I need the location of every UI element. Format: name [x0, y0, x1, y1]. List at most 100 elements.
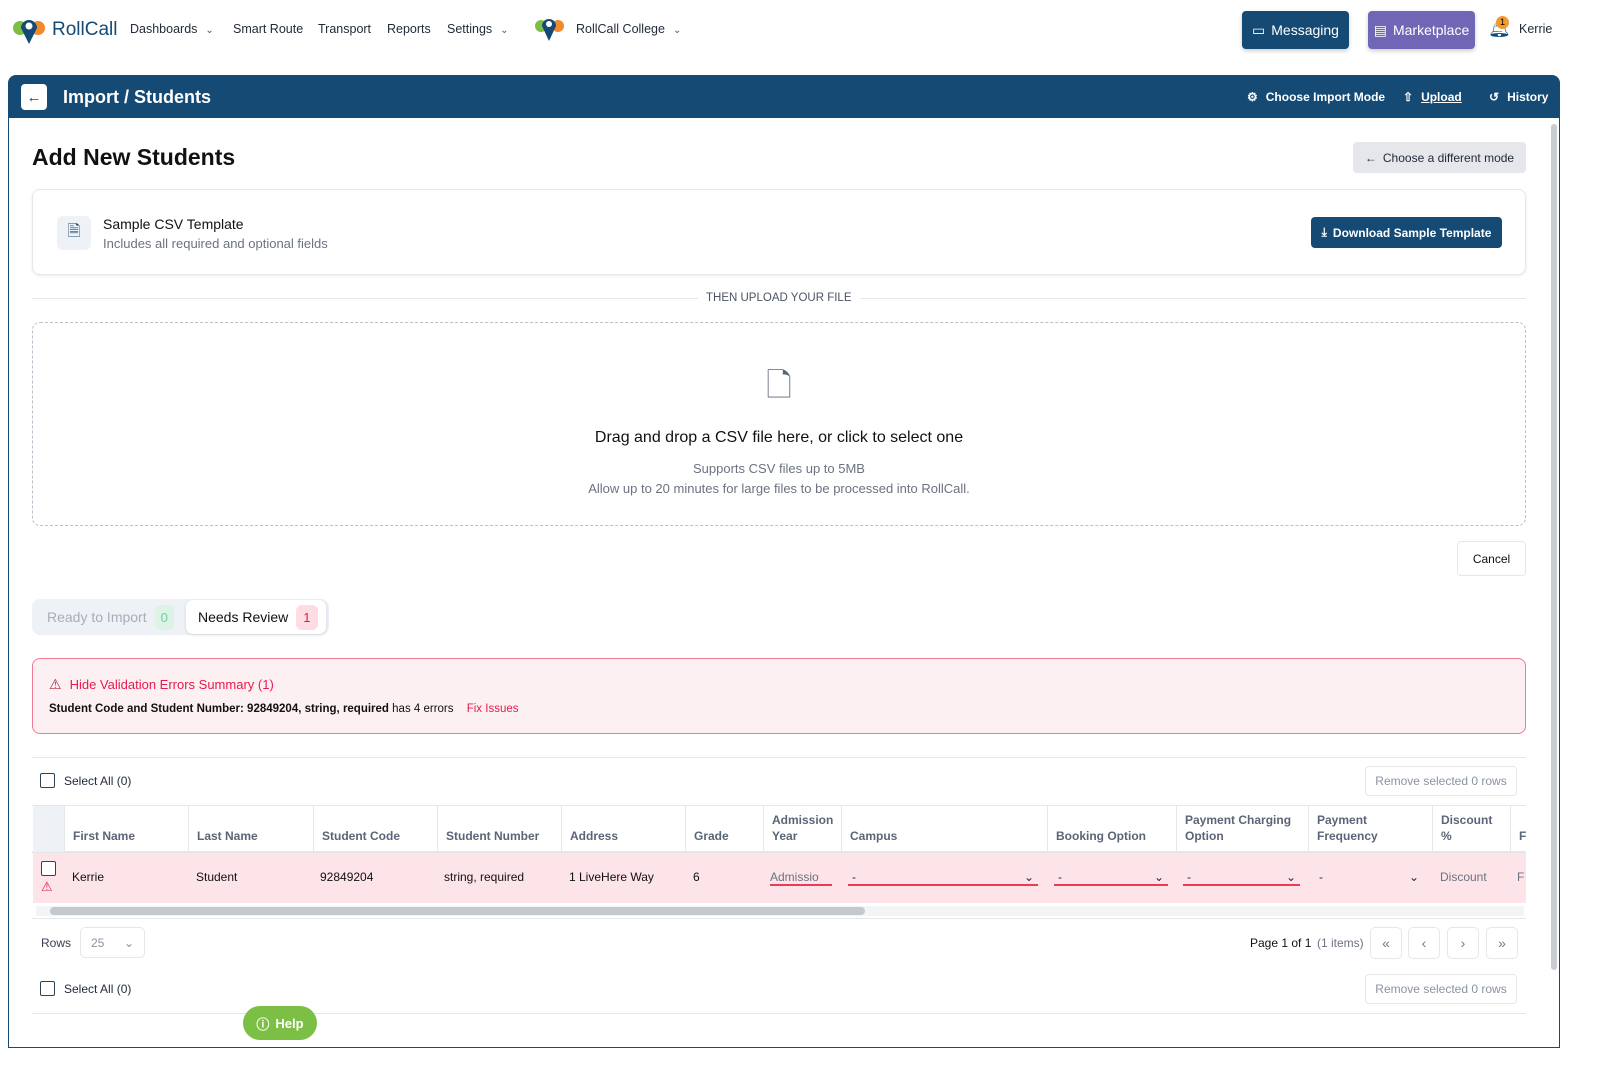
ready-count-badge: 0: [154, 604, 174, 630]
remove-selected-button-bottom[interactable]: Remove selected 0 rows: [1365, 974, 1517, 1004]
col-discount[interactable]: Discount %: [1432, 806, 1510, 852]
divider-label: THEN UPLOAD YOUR FILE: [698, 292, 860, 304]
remove-selected-button-top[interactable]: Remove selected 0 rows: [1365, 766, 1517, 796]
header-select-cell: [33, 806, 64, 852]
col-last-name[interactable]: Last Name: [188, 806, 313, 852]
nav-smart-route[interactable]: Smart Route: [233, 22, 303, 36]
warning-icon: ⚠: [49, 676, 62, 692]
horizontal-scrollbar-thumb[interactable]: [50, 907, 865, 915]
select-all-checkbox[interactable]: [40, 981, 55, 996]
file-dropzone[interactable]: 🗋︎ Drag and drop a CSV file here, or cli…: [32, 322, 1526, 526]
booking-option-select[interactable]: - ⌄: [1054, 870, 1168, 886]
brand-logo[interactable]: RollCall: [10, 14, 117, 46]
validation-errors-summary: ⚠ Hide Validation Errors Summary (1) Stud…: [32, 658, 1526, 734]
dropzone-size-hint: Supports CSV files up to 5MB: [693, 461, 865, 476]
rows-per-page-select[interactable]: 25 ⌄: [80, 927, 145, 958]
chevron-down-icon: ⌄: [1023, 870, 1034, 884]
chevron-down-icon: ⌄: [1153, 870, 1164, 884]
nav-dashboards[interactable]: Dashboards ⌄: [130, 22, 214, 36]
payment-charging-select[interactable]: - ⌄: [1183, 870, 1300, 886]
col-campus[interactable]: Campus: [841, 806, 1047, 852]
col-grade[interactable]: Grade: [685, 806, 763, 852]
nav-reports[interactable]: Reports: [387, 22, 431, 36]
help-button[interactable]: ⓘ Help: [243, 1006, 317, 1040]
message-icon: ▭: [1252, 21, 1266, 38]
col-student-code[interactable]: Student Code: [313, 806, 437, 852]
cell-address: 1 LiveHere Way: [569, 870, 654, 884]
gear-icon: ⚙: [1247, 90, 1258, 104]
history-icon: ↺: [1489, 90, 1500, 104]
help-icon: ⓘ: [256, 1016, 270, 1032]
col-first-name[interactable]: First Name: [64, 806, 188, 852]
rows-label: Rows: [41, 936, 72, 950]
page-title: Add New Students: [32, 144, 236, 170]
file-upload-icon: 🗋︎: [766, 367, 792, 403]
history-button[interactable]: ↺ History: [1489, 90, 1548, 104]
select-all-top[interactable]: Select All (0): [40, 773, 131, 788]
last-page-button[interactable]: »: [1486, 927, 1518, 959]
back-button[interactable]: ←: [21, 84, 47, 110]
notification-badge: 1: [1496, 16, 1509, 29]
cell-overflow: F: [1517, 870, 1525, 884]
review-count-badge: 1: [296, 604, 318, 630]
col-payment-frequency[interactable]: Payment Frequency: [1308, 806, 1432, 852]
download-template-button[interactable]: ⤓ Download Sample Template: [1311, 217, 1502, 248]
cell-first-name: Kerrie: [72, 870, 105, 884]
chevron-down-icon: ⌄: [123, 935, 134, 950]
horizontal-scrollbar-track: [36, 906, 1524, 916]
template-card: 🗎︎ Sample CSV Template Includes all requ…: [32, 189, 1526, 275]
template-subtitle: Includes all required and optional field…: [103, 236, 328, 251]
vertical-scrollbar[interactable]: [1551, 124, 1557, 970]
error-line: Student Code and Student Number: 9284920…: [49, 703, 519, 715]
row-checkbox[interactable]: [41, 861, 56, 876]
page-info: Page 1 of 1: [1250, 936, 1312, 950]
tab-ready-to-import[interactable]: Ready to Import 0: [38, 603, 174, 631]
first-page-button[interactable]: «: [1370, 927, 1402, 959]
user-name[interactable]: Kerrie: [1519, 22, 1552, 36]
choose-different-mode-button[interactable]: ← Choose a different mode: [1353, 142, 1526, 173]
chevron-down-icon: ⌄: [1408, 870, 1419, 884]
col-overflow[interactable]: F: [1510, 806, 1527, 852]
admission-year-input[interactable]: Admissio: [770, 870, 832, 886]
tab-needs-review[interactable]: Needs Review 1: [186, 600, 326, 634]
campus-select[interactable]: - ⌄: [848, 870, 1038, 886]
import-header: ← Import / Students ⚙ Choose Import Mode …: [8, 75, 1560, 118]
nav-settings[interactable]: Settings ⌄: [447, 22, 509, 36]
payment-frequency-select[interactable]: - ⌄: [1315, 870, 1423, 886]
col-payment-charging-option[interactable]: Payment Charging Option: [1176, 806, 1308, 852]
marketplace-button[interactable]: ▤ Marketplace: [1368, 11, 1475, 49]
upload-tab[interactable]: ⇧ Upload: [1403, 90, 1462, 104]
choose-import-mode-button[interactable]: ⚙ Choose Import Mode: [1247, 90, 1385, 104]
col-booking-option[interactable]: Booking Option: [1047, 806, 1176, 852]
import-status-tabs: Ready to Import 0 Needs Review 1: [32, 599, 329, 635]
next-page-button[interactable]: ›: [1447, 927, 1479, 959]
org-logo-icon: [535, 19, 564, 41]
cancel-button[interactable]: Cancel: [1457, 541, 1526, 576]
upload-icon: ⇧: [1403, 90, 1414, 104]
fix-issues-link[interactable]: Fix Issues: [467, 703, 519, 715]
document-icon: 🗎︎: [57, 216, 91, 250]
dropzone-title: Drag and drop a CSV file here, or click …: [594, 429, 964, 446]
col-admission-year[interactable]: Admission Year: [763, 806, 841, 852]
select-all-checkbox[interactable]: [40, 773, 55, 788]
row-error-icon: ⚠: [41, 879, 53, 894]
dropzone-time-hint: Allow up to 20 minutes for large files t…: [588, 481, 970, 496]
toggle-errors-summary[interactable]: ⚠ Hide Validation Errors Summary (1): [49, 676, 274, 693]
cell-grade: 6: [693, 870, 700, 884]
select-all-bottom[interactable]: Select All (0): [40, 981, 131, 996]
messaging-button[interactable]: ▭ Messaging: [1242, 11, 1349, 49]
discount-input[interactable]: Discount: [1440, 870, 1487, 884]
col-address[interactable]: Address: [561, 806, 685, 852]
chevron-down-icon: ⌄: [1285, 870, 1296, 884]
prev-page-button[interactable]: ‹: [1408, 927, 1440, 959]
col-student-number[interactable]: Student Number: [437, 806, 561, 852]
store-icon: ▤: [1373, 21, 1387, 38]
nav-transport[interactable]: Transport: [318, 22, 371, 36]
template-title: Sample CSV Template: [103, 216, 244, 232]
rollcall-logo-icon: [13, 20, 45, 44]
brand-name: RollCall: [52, 19, 118, 40]
arrow-left-icon: ←: [1364, 150, 1377, 165]
cell-last-name: Student: [196, 870, 238, 884]
bell-icon[interactable]: 🔔︎1: [1488, 16, 1511, 39]
org-switcher[interactable]: RollCall College ⌄: [576, 22, 681, 36]
